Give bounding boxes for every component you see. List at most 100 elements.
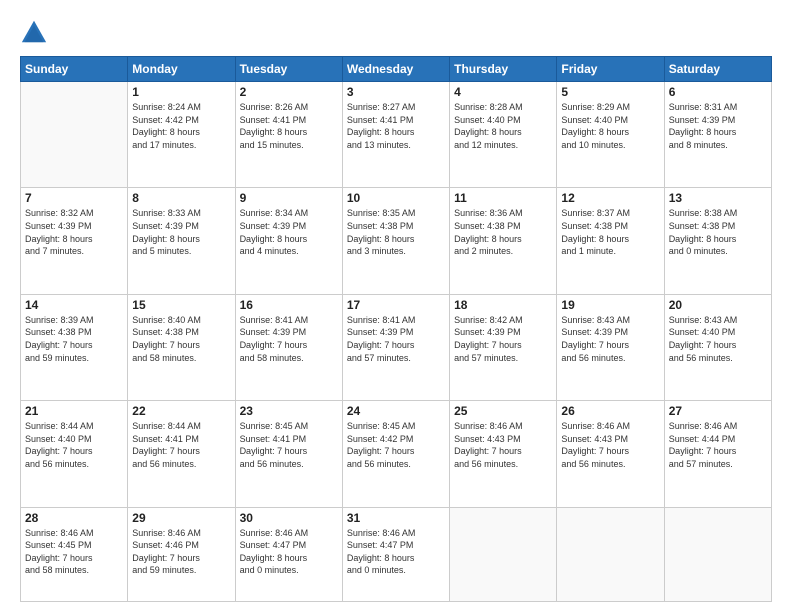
day-info: Sunrise: 8:31 AM Sunset: 4:39 PM Dayligh… (669, 101, 767, 151)
day-number: 25 (454, 404, 552, 418)
calendar-cell: 13Sunrise: 8:38 AM Sunset: 4:38 PM Dayli… (664, 188, 771, 294)
col-header-thursday: Thursday (450, 57, 557, 82)
calendar-cell: 2 Sunrise: 8:26 AM Sunset: 4:41 PM Daylig… (235, 82, 342, 188)
day-info: Sunrise: 8:37 AM Sunset: 4:38 PM Dayligh… (561, 207, 659, 257)
calendar-cell: 8 Sunrise: 8:33 AM Sunset: 4:39 PM Daylig… (128, 188, 235, 294)
day-info: Sunrise: 8:33 AM Sunset: 4:39 PM Dayligh… (132, 207, 230, 257)
day-number: 9 (240, 191, 338, 205)
calendar-cell: 6Sunrise: 8:31 AM Sunset: 4:39 PM Daylig… (664, 82, 771, 188)
day-info: Sunrise: 8:45 AM Sunset: 4:41 PM Dayligh… (240, 420, 338, 470)
week-row-3: 14 Sunrise: 8:39 AM Sunset: 4:38 PM Dayli… (21, 294, 772, 400)
day-info: Sunrise: 8:45 AM Sunset: 4:42 PM Dayligh… (347, 420, 445, 470)
week-row-4: 21 Sunrise: 8:44 AM Sunset: 4:40 PM Dayli… (21, 401, 772, 507)
day-info: Sunrise: 8:44 AM Sunset: 4:41 PM Dayligh… (132, 420, 230, 470)
col-header-saturday: Saturday (664, 57, 771, 82)
day-number: 24 (347, 404, 445, 418)
day-number: 21 (25, 404, 123, 418)
calendar-cell: 12 Sunrise: 8:37 AM Sunset: 4:38 PM Dayli… (557, 188, 664, 294)
day-number: 20 (669, 298, 767, 312)
header (20, 18, 772, 46)
calendar-cell: 23Sunrise: 8:45 AM Sunset: 4:41 PM Dayli… (235, 401, 342, 507)
calendar-cell: 19 Sunrise: 8:43 AM Sunset: 4:39 PM Dayli… (557, 294, 664, 400)
calendar-cell: 7 Sunrise: 8:32 AM Sunset: 4:39 PM Daylig… (21, 188, 128, 294)
header-row: SundayMondayTuesdayWednesdayThursdayFrid… (21, 57, 772, 82)
calendar-cell: 3Sunrise: 8:27 AM Sunset: 4:41 PM Daylig… (342, 82, 449, 188)
day-number: 31 (347, 511, 445, 525)
day-number: 11 (454, 191, 552, 205)
day-info: Sunrise: 8:32 AM Sunset: 4:39 PM Dayligh… (25, 207, 123, 257)
day-number: 26 (561, 404, 659, 418)
calendar-cell: 31Sunrise: 8:46 AM Sunset: 4:47 PM Dayli… (342, 507, 449, 601)
day-info: Sunrise: 8:40 AM Sunset: 4:38 PM Dayligh… (132, 314, 230, 364)
day-info: Sunrise: 8:46 AM Sunset: 4:44 PM Dayligh… (669, 420, 767, 470)
calendar-cell: 10 Sunrise: 8:35 AM Sunset: 4:38 PM Dayli… (342, 188, 449, 294)
day-number: 2 (240, 85, 338, 99)
calendar-cell: 29 Sunrise: 8:46 AM Sunset: 4:46 PM Dayli… (128, 507, 235, 601)
calendar-cell: 11 Sunrise: 8:36 AM Sunset: 4:38 PM Dayli… (450, 188, 557, 294)
logo (20, 18, 52, 46)
day-number: 5 (561, 85, 659, 99)
col-header-wednesday: Wednesday (342, 57, 449, 82)
day-info: Sunrise: 8:42 AM Sunset: 4:39 PM Dayligh… (454, 314, 552, 364)
day-info: Sunrise: 8:35 AM Sunset: 4:38 PM Dayligh… (347, 207, 445, 257)
day-info: Sunrise: 8:36 AM Sunset: 4:38 PM Dayligh… (454, 207, 552, 257)
day-number: 29 (132, 511, 230, 525)
calendar-cell: 21 Sunrise: 8:44 AM Sunset: 4:40 PM Dayli… (21, 401, 128, 507)
week-row-2: 7 Sunrise: 8:32 AM Sunset: 4:39 PM Daylig… (21, 188, 772, 294)
day-info: Sunrise: 8:28 AM Sunset: 4:40 PM Dayligh… (454, 101, 552, 151)
week-row-1: 1Sunrise: 8:24 AM Sunset: 4:42 PM Daylig… (21, 82, 772, 188)
day-number: 10 (347, 191, 445, 205)
calendar-cell: 5 Sunrise: 8:29 AM Sunset: 4:40 PM Daylig… (557, 82, 664, 188)
calendar-cell: 20 Sunrise: 8:43 AM Sunset: 4:40 PM Dayli… (664, 294, 771, 400)
day-number: 3 (347, 85, 445, 99)
calendar-cell: 4 Sunrise: 8:28 AM Sunset: 4:40 PM Daylig… (450, 82, 557, 188)
calendar-cell: 28 Sunrise: 8:46 AM Sunset: 4:45 PM Dayli… (21, 507, 128, 601)
calendar-cell: 30 Sunrise: 8:46 AM Sunset: 4:47 PM Dayli… (235, 507, 342, 601)
day-info: Sunrise: 8:29 AM Sunset: 4:40 PM Dayligh… (561, 101, 659, 151)
calendar-cell: 22 Sunrise: 8:44 AM Sunset: 4:41 PM Dayli… (128, 401, 235, 507)
day-info: Sunrise: 8:46 AM Sunset: 4:46 PM Dayligh… (132, 527, 230, 577)
day-info: Sunrise: 8:41 AM Sunset: 4:39 PM Dayligh… (347, 314, 445, 364)
day-number: 4 (454, 85, 552, 99)
day-number: 18 (454, 298, 552, 312)
day-number: 1 (132, 85, 230, 99)
calendar-cell: 15 Sunrise: 8:40 AM Sunset: 4:38 PM Dayli… (128, 294, 235, 400)
calendar-cell (557, 507, 664, 601)
day-info: Sunrise: 8:43 AM Sunset: 4:40 PM Dayligh… (669, 314, 767, 364)
day-number: 15 (132, 298, 230, 312)
day-info: Sunrise: 8:34 AM Sunset: 4:39 PM Dayligh… (240, 207, 338, 257)
day-number: 22 (132, 404, 230, 418)
calendar-cell: 14 Sunrise: 8:39 AM Sunset: 4:38 PM Dayli… (21, 294, 128, 400)
day-info: Sunrise: 8:41 AM Sunset: 4:39 PM Dayligh… (240, 314, 338, 364)
day-number: 8 (132, 191, 230, 205)
day-info: Sunrise: 8:46 AM Sunset: 4:47 PM Dayligh… (240, 527, 338, 577)
calendar-cell (450, 507, 557, 601)
calendar-cell (664, 507, 771, 601)
day-number: 12 (561, 191, 659, 205)
day-number: 28 (25, 511, 123, 525)
calendar-cell: 26 Sunrise: 8:46 AM Sunset: 4:43 PM Dayli… (557, 401, 664, 507)
logo-icon (20, 18, 48, 46)
col-header-friday: Friday (557, 57, 664, 82)
day-number: 13 (669, 191, 767, 205)
calendar-cell: 17Sunrise: 8:41 AM Sunset: 4:39 PM Dayli… (342, 294, 449, 400)
week-row-5: 28 Sunrise: 8:46 AM Sunset: 4:45 PM Dayli… (21, 507, 772, 601)
day-number: 30 (240, 511, 338, 525)
col-header-tuesday: Tuesday (235, 57, 342, 82)
day-number: 27 (669, 404, 767, 418)
day-info: Sunrise: 8:43 AM Sunset: 4:39 PM Dayligh… (561, 314, 659, 364)
day-info: Sunrise: 8:46 AM Sunset: 4:43 PM Dayligh… (561, 420, 659, 470)
calendar-cell: 24 Sunrise: 8:45 AM Sunset: 4:42 PM Dayli… (342, 401, 449, 507)
calendar-table: SundayMondayTuesdayWednesdayThursdayFrid… (20, 56, 772, 602)
col-header-monday: Monday (128, 57, 235, 82)
col-header-sunday: Sunday (21, 57, 128, 82)
day-info: Sunrise: 8:26 AM Sunset: 4:41 PM Dayligh… (240, 101, 338, 151)
calendar-cell (21, 82, 128, 188)
day-info: Sunrise: 8:39 AM Sunset: 4:38 PM Dayligh… (25, 314, 123, 364)
day-info: Sunrise: 8:44 AM Sunset: 4:40 PM Dayligh… (25, 420, 123, 470)
page: SundayMondayTuesdayWednesdayThursdayFrid… (0, 0, 792, 612)
day-number: 7 (25, 191, 123, 205)
day-info: Sunrise: 8:46 AM Sunset: 4:45 PM Dayligh… (25, 527, 123, 577)
day-number: 19 (561, 298, 659, 312)
day-number: 14 (25, 298, 123, 312)
